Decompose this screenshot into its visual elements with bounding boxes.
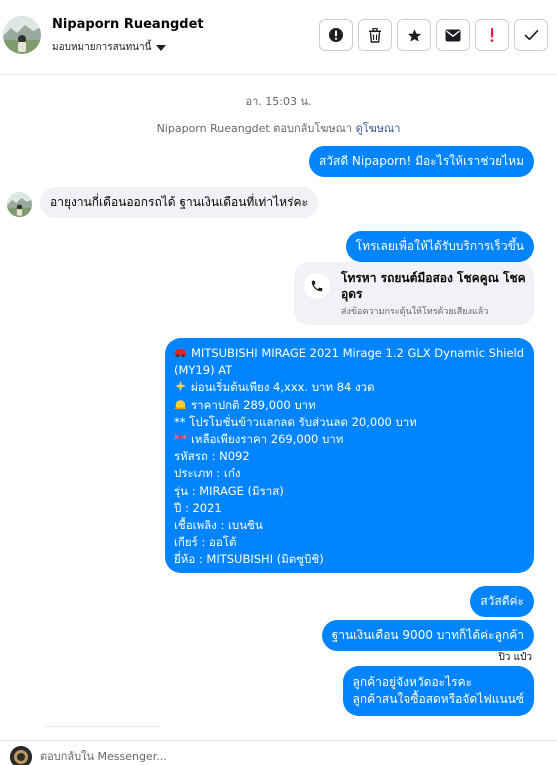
contact-name[interactable]: Nipaporn Rueangdet bbox=[52, 17, 204, 32]
car-details-line-4: ราคาปกติ 289,000 บาท bbox=[174, 397, 525, 414]
mark-unread-button[interactable] bbox=[436, 19, 470, 51]
customer-avatar bbox=[7, 192, 32, 217]
message-province[interactable]: ลูกค้าอยู่จังหวัดอะไรคะ ลูกค้าสนใจซื้อสด… bbox=[342, 666, 534, 716]
phone-icon bbox=[311, 280, 323, 292]
follow-up-button[interactable] bbox=[475, 19, 509, 51]
contact-avatar[interactable] bbox=[3, 16, 41, 54]
reply-composer bbox=[0, 740, 557, 765]
call-card-title: โทรหา รถยนต์มือสอง โชคคูณ โชค อุดร bbox=[341, 271, 526, 301]
chevron-down-icon bbox=[156, 44, 167, 51]
call-card-subtitle: ส่งข้อความกระตุ้นให้โทรด้วยเสียงแล้ว bbox=[341, 307, 489, 317]
message-hello[interactable]: สวัสดีค่ะ bbox=[470, 586, 534, 617]
conversation-actions bbox=[319, 19, 548, 51]
done-button[interactable] bbox=[514, 19, 548, 51]
car-details-line-10: ปี : 2021 bbox=[174, 500, 222, 515]
message-customer-question[interactable]: อายุงานกี่เดือนออกรถได้ ฐานเงินเดือนที่เ… bbox=[40, 187, 318, 218]
call-circle bbox=[304, 273, 330, 299]
message-car-details[interactable]: MITSUBISHI MIRAGE 2021 Mirage 1.2 GLX Dy… bbox=[165, 338, 534, 573]
report-spam-button[interactable] bbox=[319, 19, 353, 51]
message-salary[interactable]: ฐานเงินเดือน 9000 บาทก็ได้ค่ะลูกค้า bbox=[321, 620, 534, 651]
car-details-line-11: เชื้อเพลิง : เบนซิน bbox=[174, 518, 263, 533]
delete-button[interactable] bbox=[358, 19, 392, 51]
assign-label: มอบหมายการสนทนานี้ bbox=[52, 42, 152, 53]
car-details-line-1: MITSUBISHI MIRAGE 2021 Mirage 1.2 GLX Dy… bbox=[174, 345, 525, 362]
car-details-line-9: รุ่น : MIRAGE (มิราส) bbox=[174, 483, 284, 498]
bell-icon bbox=[174, 399, 187, 409]
province-line-2: ลูกค้าสนใจซื้อสดหรือจัดไฟแนนซ์ bbox=[352, 692, 524, 706]
star-icon bbox=[407, 28, 421, 42]
exclamation-icon bbox=[490, 28, 494, 42]
envelope-icon bbox=[445, 29, 461, 41]
next-message-stub bbox=[46, 726, 161, 740]
star-button[interactable] bbox=[397, 19, 431, 51]
car-details-line-3: ผ่อนเริ่มต้นเพียง 4,xxx. บาท 84 งวด bbox=[174, 379, 525, 396]
reply-input[interactable] bbox=[40, 747, 540, 765]
seen-by-label: ปิว แป๋ว bbox=[498, 652, 532, 663]
page-avatar bbox=[10, 746, 32, 765]
ribbon-icon bbox=[174, 434, 187, 440]
view-ad-link[interactable]: ดูโฆษณา bbox=[356, 122, 401, 135]
car-details-line-5: ** โปรโมชั่นข้าวแลกลด รับส่วนลด 20,000 บ… bbox=[174, 414, 417, 429]
car-details-line-6: เหลือเพียงราคา 269,000 บาท bbox=[174, 431, 525, 448]
message-thread[interactable]: อา. 15:03 น. Nipaporn Rueangdet ตอบกลับโ… bbox=[0, 75, 557, 740]
car-icon bbox=[174, 349, 187, 358]
exclamation-circle-icon bbox=[329, 28, 343, 42]
sparkles-icon bbox=[174, 380, 187, 392]
car-details-line-7: รหัสรถ : N092 bbox=[174, 449, 250, 464]
car-details-line-12: เกียร์ : ออโต้ bbox=[174, 535, 237, 550]
message-call-prompt[interactable]: โทรเลยเพื่อให้ได้รับบริการเร็วขึ้น bbox=[345, 231, 534, 262]
call-request-card[interactable]: โทรหา รถยนต์มือสอง โชคคูณ โชค อุดร ส่งข้… bbox=[294, 262, 534, 325]
message-timestamp: อา. 15:03 น. bbox=[245, 95, 312, 108]
checkmark-icon bbox=[524, 30, 538, 41]
ad-reply-note: Nipaporn Rueangdet ตอบกลับโฆษณา ดูโฆษณา bbox=[0, 119, 557, 137]
message-greeting[interactable]: สวัสดี Nipaporn! มีอะไรให้เราช่วยไหม bbox=[308, 146, 534, 177]
assign-conversation-dropdown[interactable]: มอบหมายการสนทนานี้ bbox=[52, 40, 167, 55]
ad-reply-text: Nipaporn Rueangdet ตอบกลับโฆษณา bbox=[156, 122, 353, 135]
trash-icon bbox=[369, 27, 381, 43]
car-details-line-13: ยี่ห้อ : MITSUBISHI (มิตซูบิชิ) bbox=[174, 552, 324, 567]
conversation-header: Nipaporn Rueangdet มอบหมายการสนทนานี้ bbox=[0, 0, 557, 75]
province-line-1: ลูกค้าอยู่จังหวัดอะไรคะ bbox=[352, 675, 473, 689]
car-details-line-8: ประเภท : เก๋ง bbox=[174, 466, 241, 481]
car-details-line-2: (MY19) AT bbox=[174, 363, 233, 378]
